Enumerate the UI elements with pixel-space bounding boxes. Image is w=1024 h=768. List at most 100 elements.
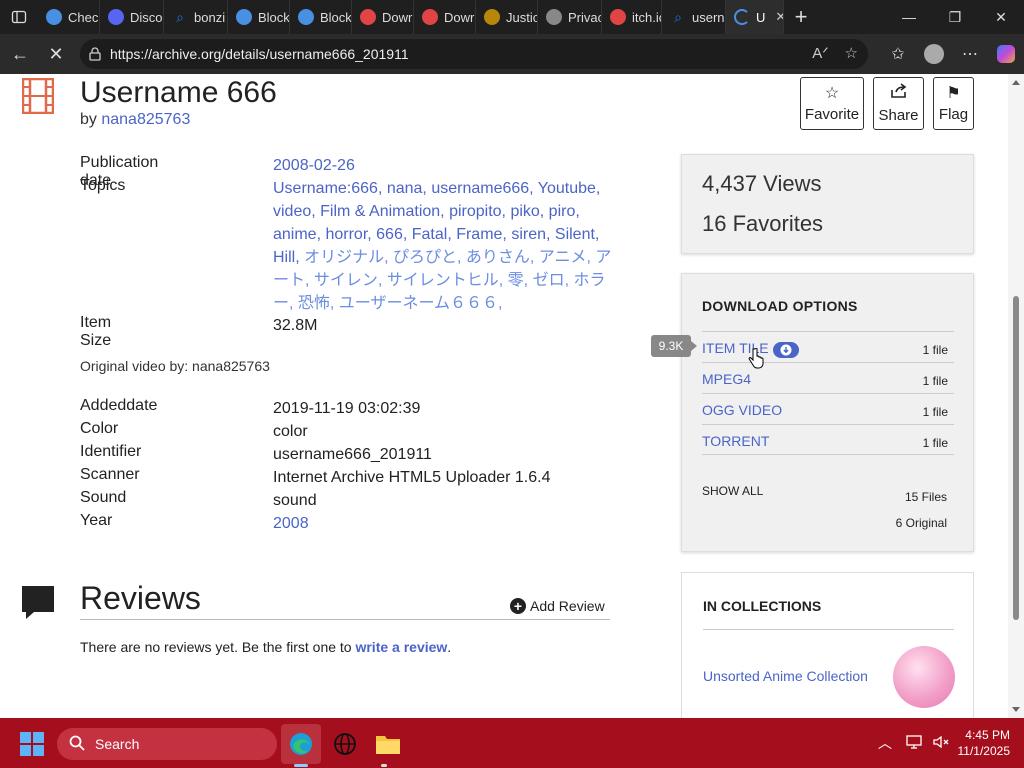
browser-tab[interactable]: itch.ic [602,0,662,34]
search-icon: ⌕ [674,8,682,25]
windows-start-icon[interactable] [20,732,44,761]
warning-icon [546,9,562,25]
download-row[interactable]: ITEM TILE 1 file [702,331,954,362]
volume-muted-icon[interactable] [928,735,954,752]
tray-overflow-icon[interactable]: ︿ [870,733,900,753]
page-scrollbar[interactable] [1008,74,1024,718]
tab-title: Block [258,9,290,25]
collection-thumbnail[interactable] [893,646,955,708]
browser-tab[interactable]: Block [228,0,290,34]
profile-avatar[interactable] [916,34,952,74]
file-count: 1 file [922,343,948,357]
stats-box: 4,437 Views 16 Favorites [681,154,974,254]
addeddate-value: 2019-11-19 03:02:39 [273,400,421,417]
browser-tab[interactable]: Dowr [414,0,476,34]
download-ogg-link[interactable]: OGG VIDEO [702,402,782,418]
topics-japanese-links[interactable]: オリジナル, ぴろぴと, ありさん, アニメ, アート, サイレン, サイレント… [273,249,611,312]
flag-icon: ⚑ [946,84,961,102]
scroll-down-icon[interactable] [1012,707,1020,712]
favorite-label: Favorite [804,105,860,123]
browser-tab[interactable]: U✕ [726,0,784,34]
new-tab-button[interactable]: + [784,0,818,34]
windows-taskbar: Search ︿ 4:45 PM 11/1/2025 [0,718,1024,768]
back-icon[interactable]: ← [2,34,38,74]
tab-title: Privacy err [568,9,601,25]
scroll-up-icon[interactable] [1012,80,1020,85]
loading-icon [734,9,750,25]
itch-icon [610,9,626,25]
network-icon[interactable] [900,734,928,752]
browser-tab[interactable]: Justic [476,0,538,34]
show-all-button[interactable]: SHOW ALL [702,484,763,498]
tab-title: Chec [68,9,99,25]
browser-tab[interactable]: Privacy err [538,0,602,34]
add-review-label: Add Review [530,598,605,614]
item-title: Username 666 [80,76,277,109]
browser-tab[interactable]: Block [290,0,352,34]
add-review-button[interactable]: + Add Review [510,598,605,614]
lock-icon[interactable] [80,47,110,61]
browser-tab[interactable]: ⌕ bonzi [164,0,228,34]
file-count: 1 file [922,436,948,450]
minimize-icon[interactable]: — [886,0,932,34]
collection-link[interactable]: Unsorted Anime Collection [703,668,868,684]
browser-tab[interactable]: ⌕ usern [662,0,726,34]
year-link[interactable]: 2008 [273,512,613,535]
edge-taskbar-icon[interactable] [281,724,321,764]
meta-label: Sound [80,489,127,506]
clock-time: 4:45 PM [965,728,1010,742]
address-bar[interactable]: https://archive.org/details/username666_… [80,39,868,69]
read-aloud-icon[interactable]: Aᐟ [812,44,828,62]
download-mpeg4-link[interactable]: MPEG4 [702,371,751,387]
publication-date-link[interactable]: 2008-02-26 [273,154,613,177]
copilot-icon[interactable] [988,34,1024,74]
browser-tab[interactable]: Disco [100,0,164,34]
by-label: by [80,111,97,128]
meta-label: Color [80,420,119,437]
taskbar-clock[interactable]: 4:45 PM 11/1/2025 [954,727,1024,759]
collections-heading: IN COLLECTIONS [703,598,822,614]
restore-icon[interactable]: ❐ [932,0,978,34]
scrollbar-thumb[interactable] [1013,296,1019,620]
flag-button[interactable]: ⚑ Flag [933,77,974,130]
meta-label: Topics [80,177,126,194]
globe-icon [46,9,62,25]
reviews-divider [80,619,610,620]
active-app-indicator [294,764,308,767]
favorite-button[interactable]: ☆ Favorite [800,77,864,130]
seal-icon [484,9,500,25]
stop-loading-icon[interactable]: ✕ [38,34,74,74]
browser-tab[interactable]: Chec [38,0,100,34]
original-video-note: Original video by: nana825763 [80,358,270,374]
collections-box: IN COLLECTIONS Unsorted Anime Collection [681,572,974,718]
taskbar-search[interactable]: Search [57,728,277,760]
download-icon[interactable] [772,342,799,358]
favorites-bar-icon[interactable]: ✩ [880,34,916,74]
file-explorer-taskbar-icon[interactable] [368,724,408,764]
write-review-link[interactable]: write a review [355,639,447,655]
download-row[interactable]: OGG VIDEO 1 file [702,393,954,424]
download-torrent-link[interactable]: TORRENT [702,433,769,449]
globe-taskbar-icon[interactable] [325,724,365,764]
speech-bubble-icon [20,584,56,625]
download-count-tooltip: 9.3K [651,335,697,357]
close-window-icon[interactable]: ✕ [978,0,1024,34]
download-row[interactable]: MPEG4 1 file [702,362,954,393]
page-content: Username 666 by nana825763 ☆ Favorite Sh… [0,74,1008,718]
favorite-star-icon[interactable]: ☆ [845,44,858,62]
browser-tab[interactable]: Dowr [352,0,414,34]
tab-title: usern [692,9,725,25]
download-row[interactable]: TORRENT 1 file [702,424,954,455]
mouse-cursor-icon [748,347,764,375]
search-icon [69,735,85,754]
author-link[interactable]: nana825763 [101,111,190,128]
itch-icon [360,9,376,25]
item-size-value: 32.8M [273,317,318,334]
share-button[interactable]: Share [873,77,924,130]
close-tab-icon[interactable]: ✕ [775,9,783,25]
tab-actions-icon[interactable] [0,0,38,34]
download-options-box: DOWNLOAD OPTIONS ITEM TILE 1 file MPEG4 … [681,273,974,552]
no-reviews-text: There are no reviews yet. Be the first o… [80,639,452,655]
more-menu-icon[interactable]: ⋯ [952,34,988,74]
film-icon [21,77,55,119]
